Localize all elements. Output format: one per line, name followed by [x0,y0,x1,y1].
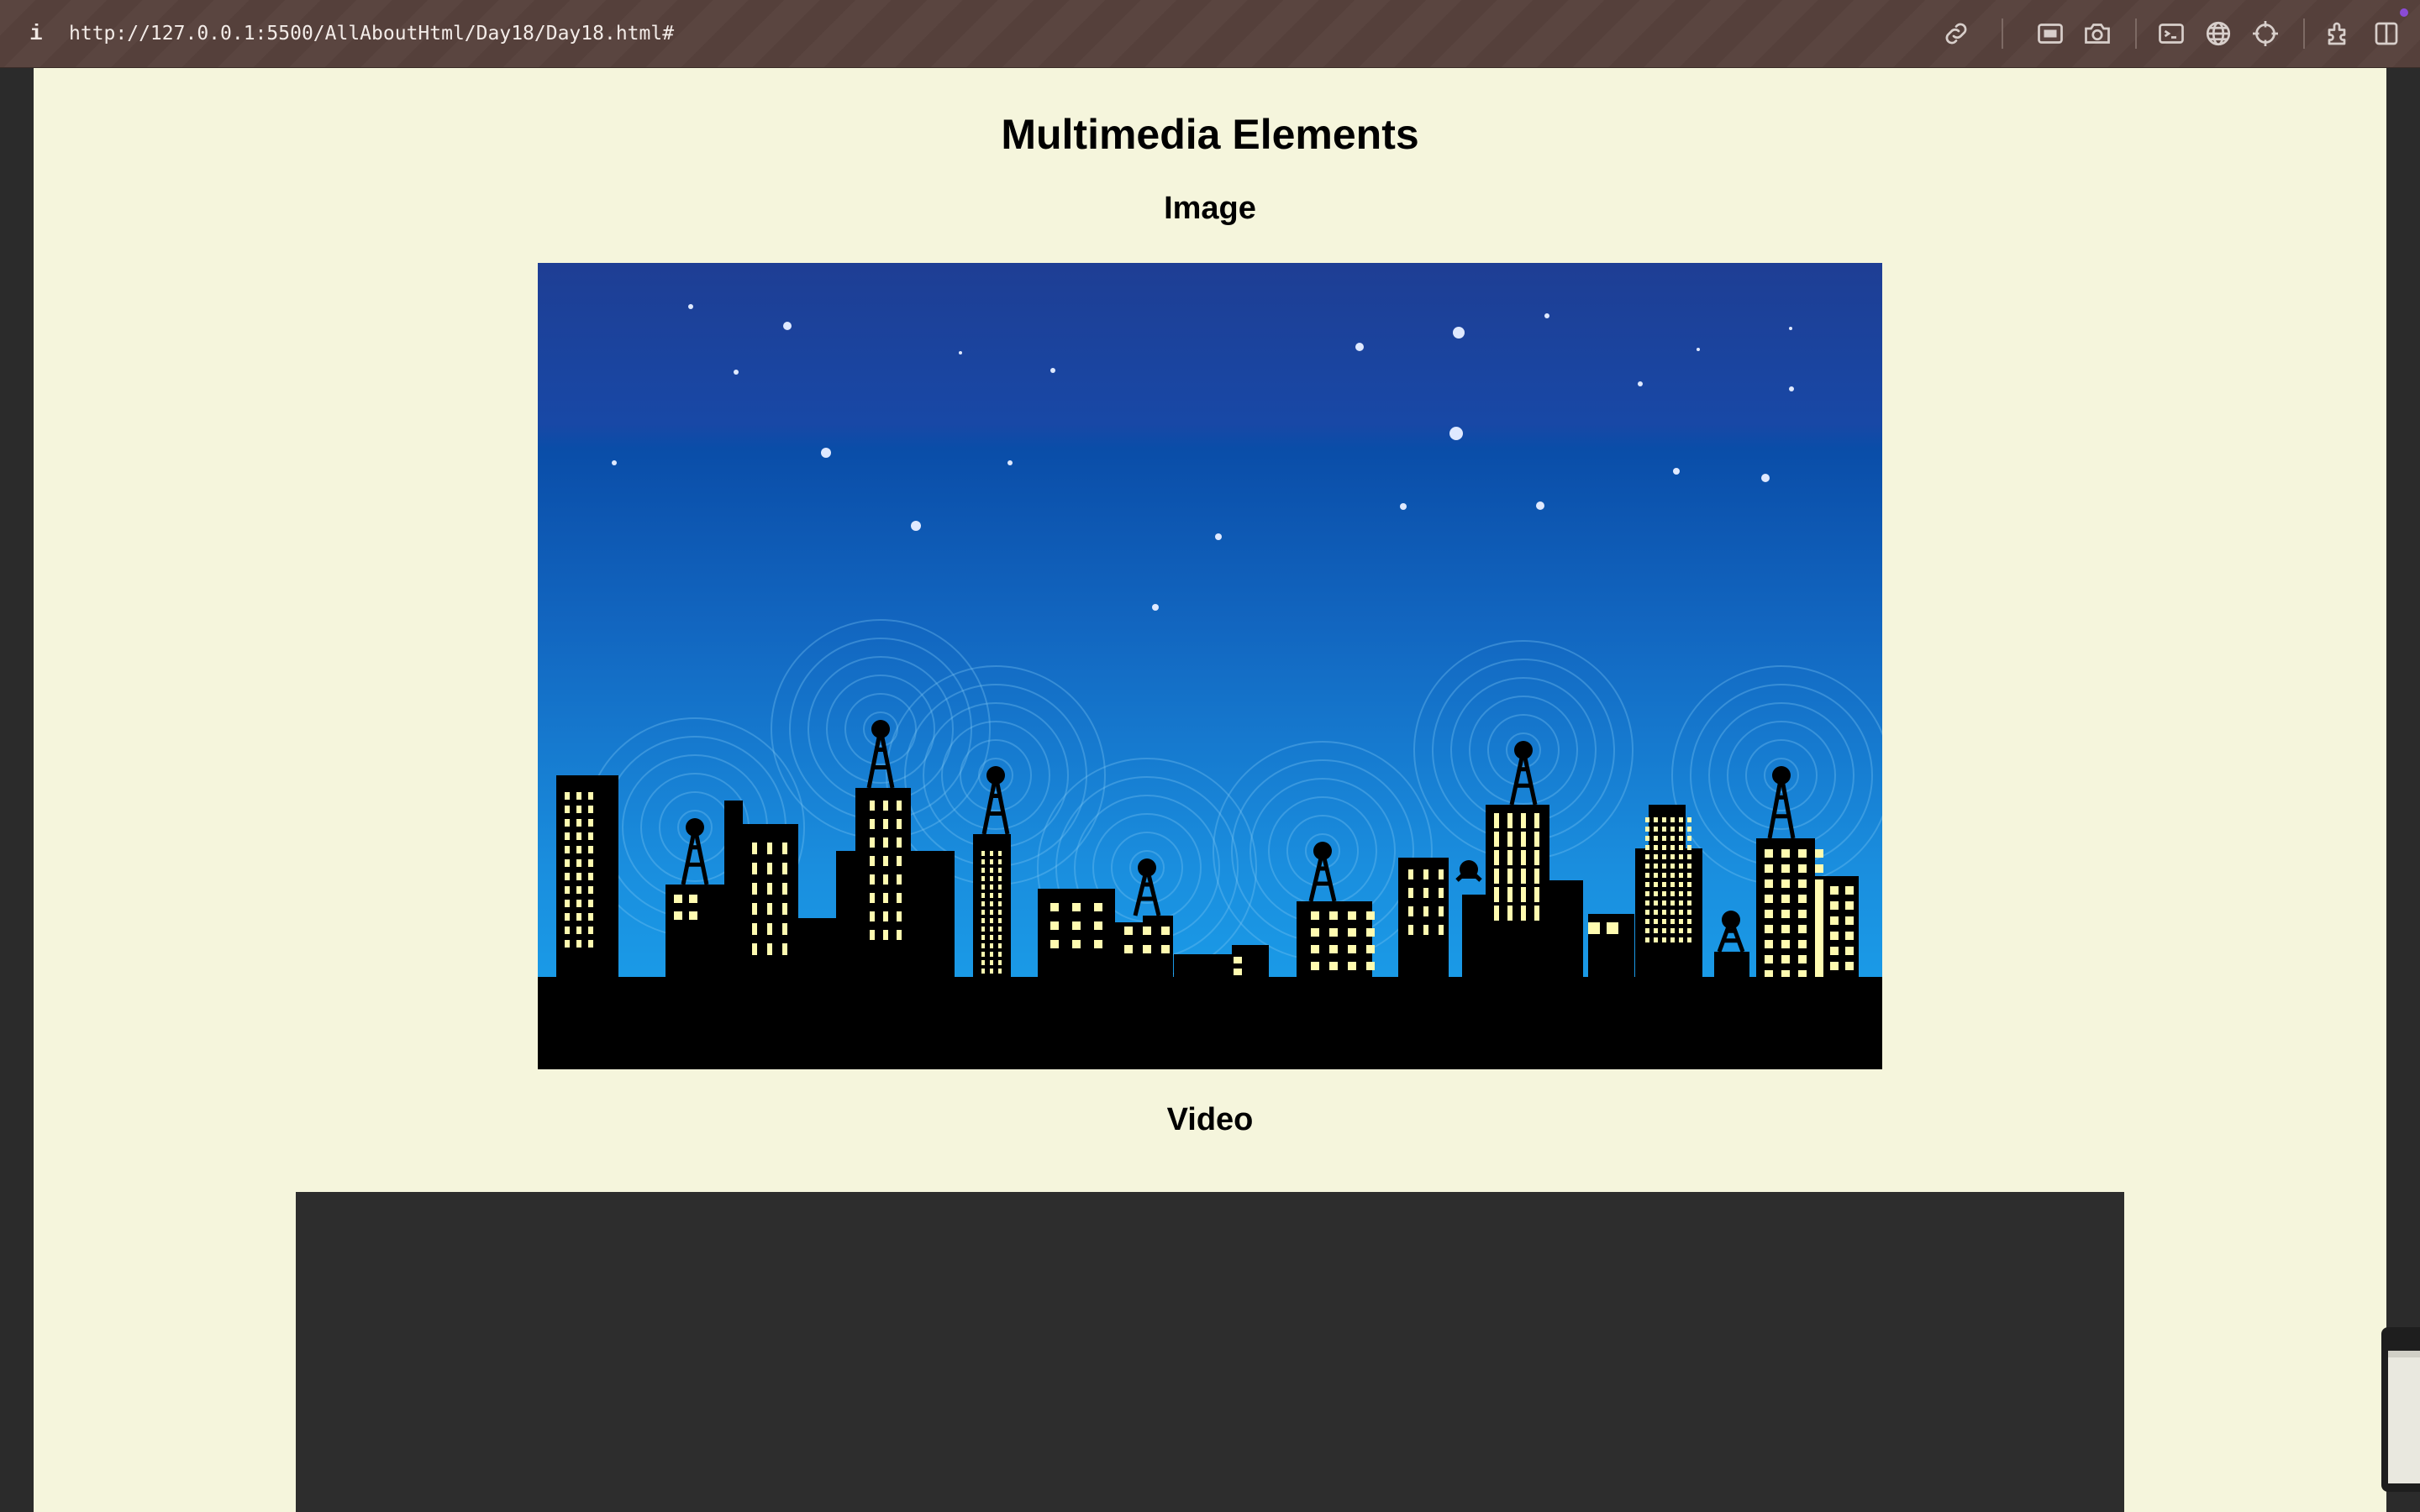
notification-badge [2400,8,2408,17]
window-thumbnail[interactable] [2381,1327,2420,1492]
camera-icon[interactable] [2082,18,2112,49]
page-content: Multimedia Elements Image Video [34,68,2386,1512]
window-thumbnail-preview [2388,1351,2420,1483]
city-skyline-image [538,263,1882,1069]
extensions-icon[interactable] [2324,18,2354,49]
toolbar-separator [2303,18,2305,49]
capture-area-icon[interactable] [2035,18,2065,49]
sidebar-icon[interactable] [2371,18,2402,49]
video-player[interactable] [296,1192,2124,1512]
terminal-icon[interactable] [2156,18,2186,49]
toolbar-separator [2135,18,2137,49]
site-info-button[interactable]: i [25,17,47,50]
globe-icon[interactable] [2203,18,2233,49]
image-heading: Image [1164,191,1256,226]
page-title: Multimedia Elements [1001,111,1419,158]
toolbar-separator [2002,18,2003,49]
url-bar[interactable]: http://127.0.0.1:5500/AllAboutHtml/Day18… [69,17,674,50]
crosshair-icon[interactable] [2250,18,2281,49]
browser-toolbar: i http://127.0.0.1:5500/AllAboutHtml/Day… [0,0,2420,68]
video-heading: Video [1166,1102,1254,1137]
link-icon[interactable] [1941,18,1971,49]
